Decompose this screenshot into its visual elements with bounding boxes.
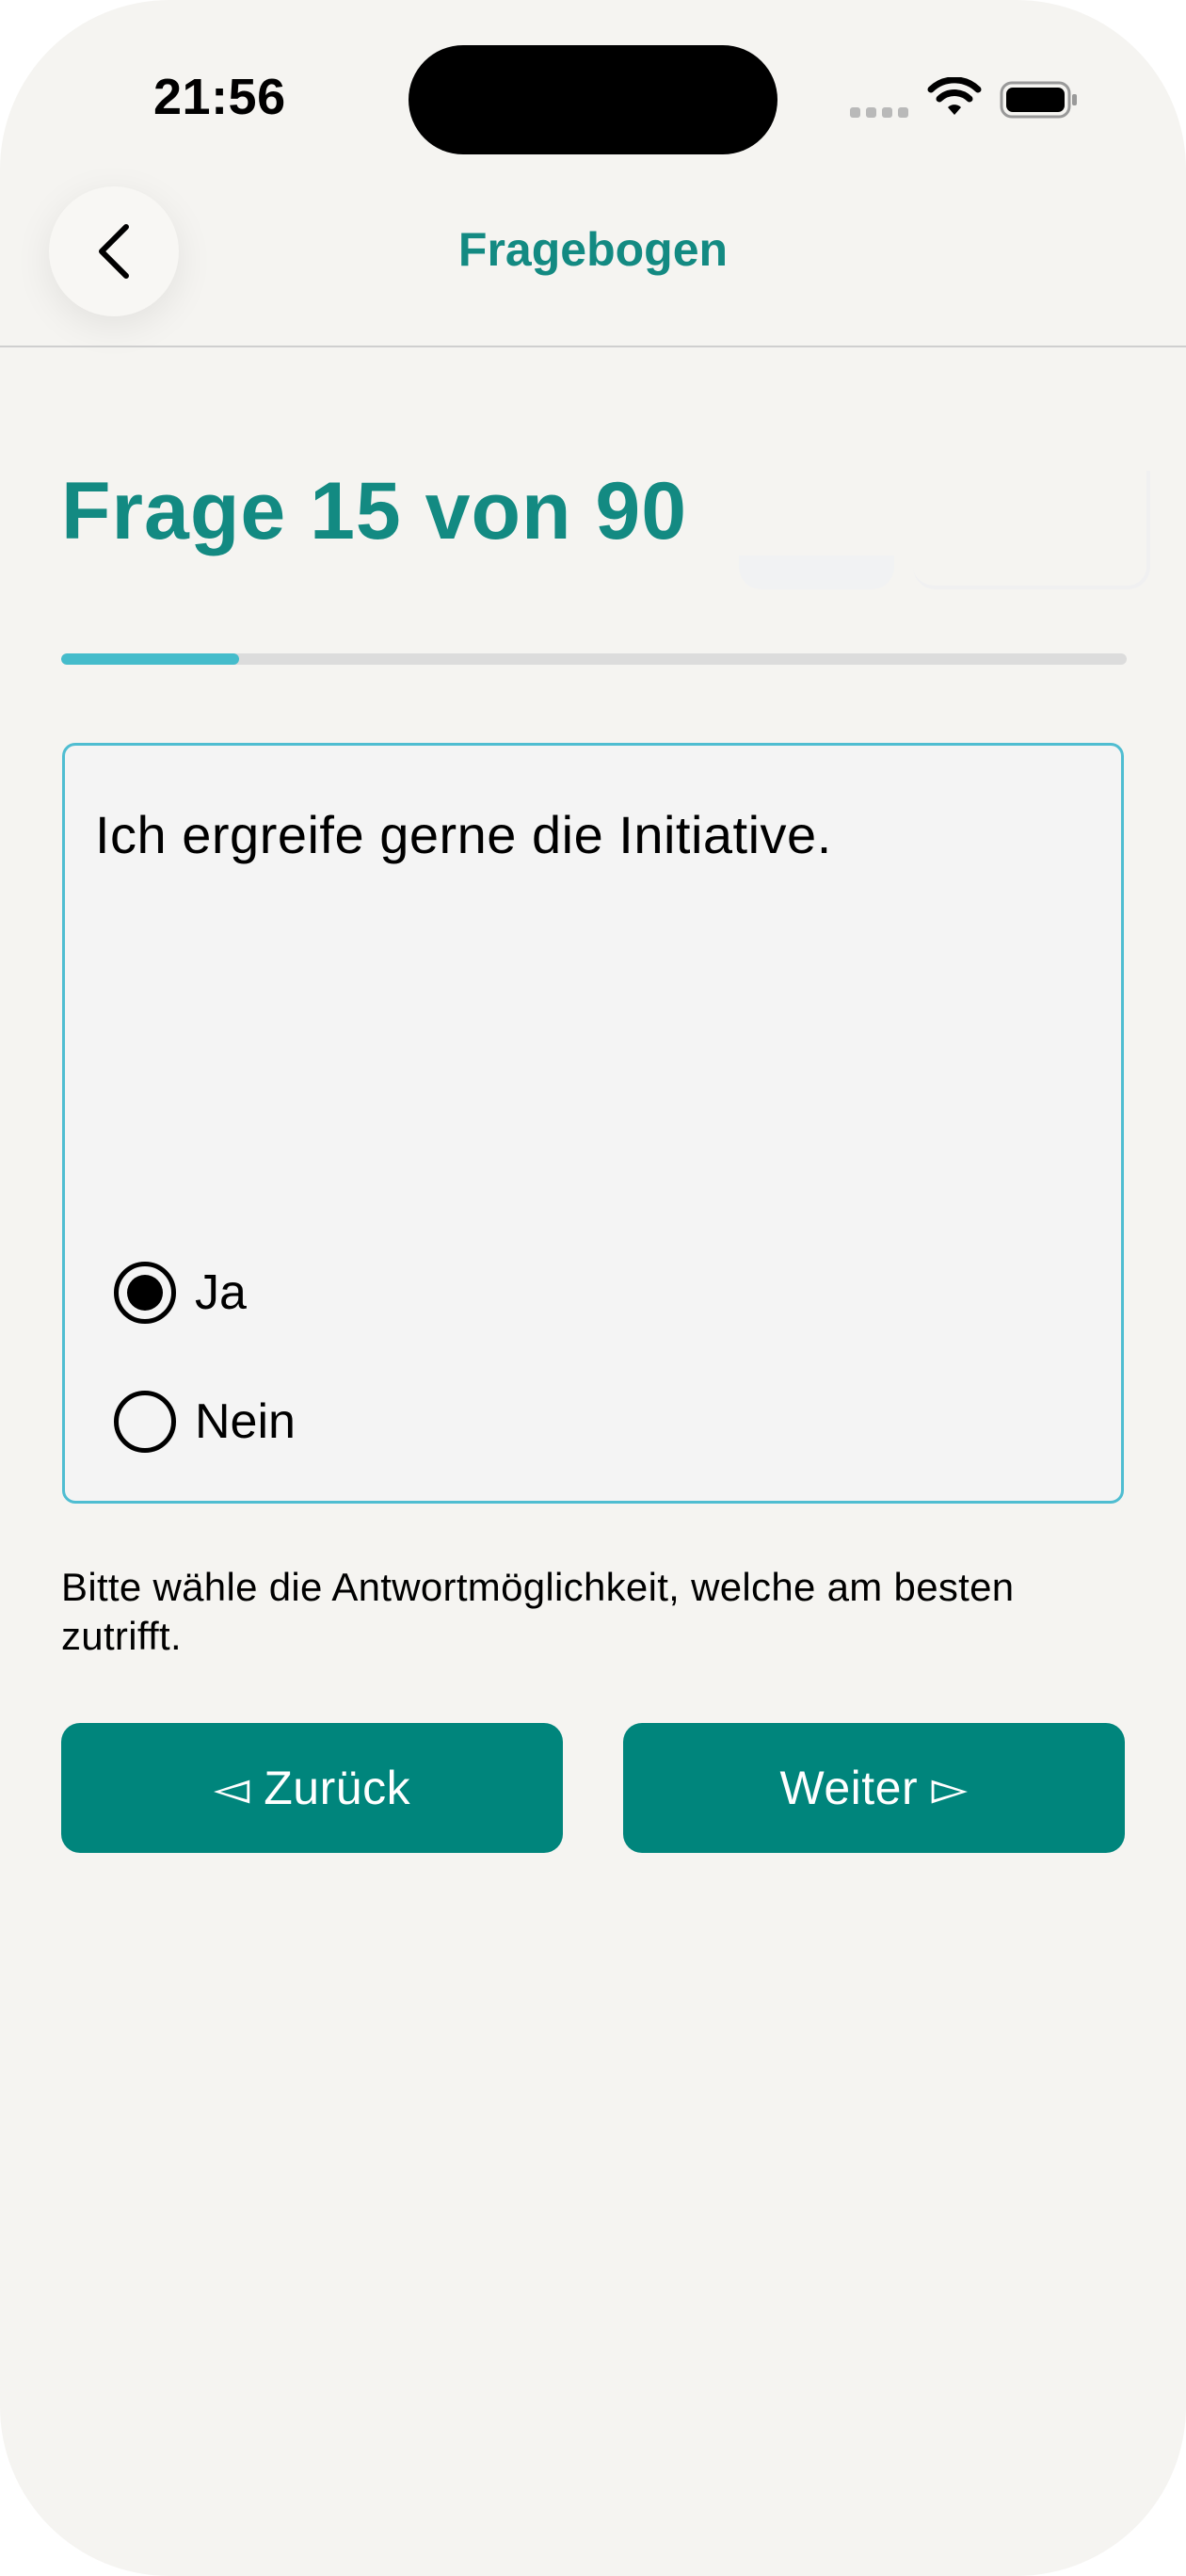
nav-divider — [0, 346, 1186, 347]
radio-selected-icon[interactable] — [114, 1262, 176, 1324]
progress-fill — [61, 653, 239, 665]
option-ja[interactable]: Ja — [114, 1262, 247, 1324]
option-label: Ja — [195, 1265, 247, 1320]
question-text: Ich ergreife gerne die Initiative. — [95, 805, 832, 864]
dynamic-island — [409, 45, 777, 154]
question-card: Ich ergreife gerne die Initiative. Ja Ne… — [62, 743, 1124, 1504]
nav-title: Fragebogen — [457, 223, 729, 276]
faded-element — [913, 471, 1150, 589]
status-time: 21:56 — [153, 69, 286, 125]
battery-icon — [1000, 81, 1077, 119]
option-nein[interactable]: Nein — [114, 1391, 296, 1453]
instruction-hint: Bitte wähle die Antwortmöglichkeit, welc… — [61, 1565, 1015, 1658]
progress-bar — [61, 653, 1127, 665]
faded-element — [739, 555, 894, 589]
question-counter-title: Frage 15 von 90 — [61, 466, 688, 556]
wifi-icon — [927, 77, 982, 115]
option-label: Nein — [195, 1394, 296, 1449]
previous-button[interactable]: ◅ Zurück — [61, 1723, 563, 1853]
phone-screen: 21:56 Fragebogen Frage 15 von 90 Ich erg… — [0, 0, 1186, 2576]
cellular-signal-icon — [850, 107, 908, 118]
radio-unselected-icon[interactable] — [114, 1391, 176, 1453]
next-button[interactable]: Weiter ▻ — [623, 1723, 1125, 1853]
